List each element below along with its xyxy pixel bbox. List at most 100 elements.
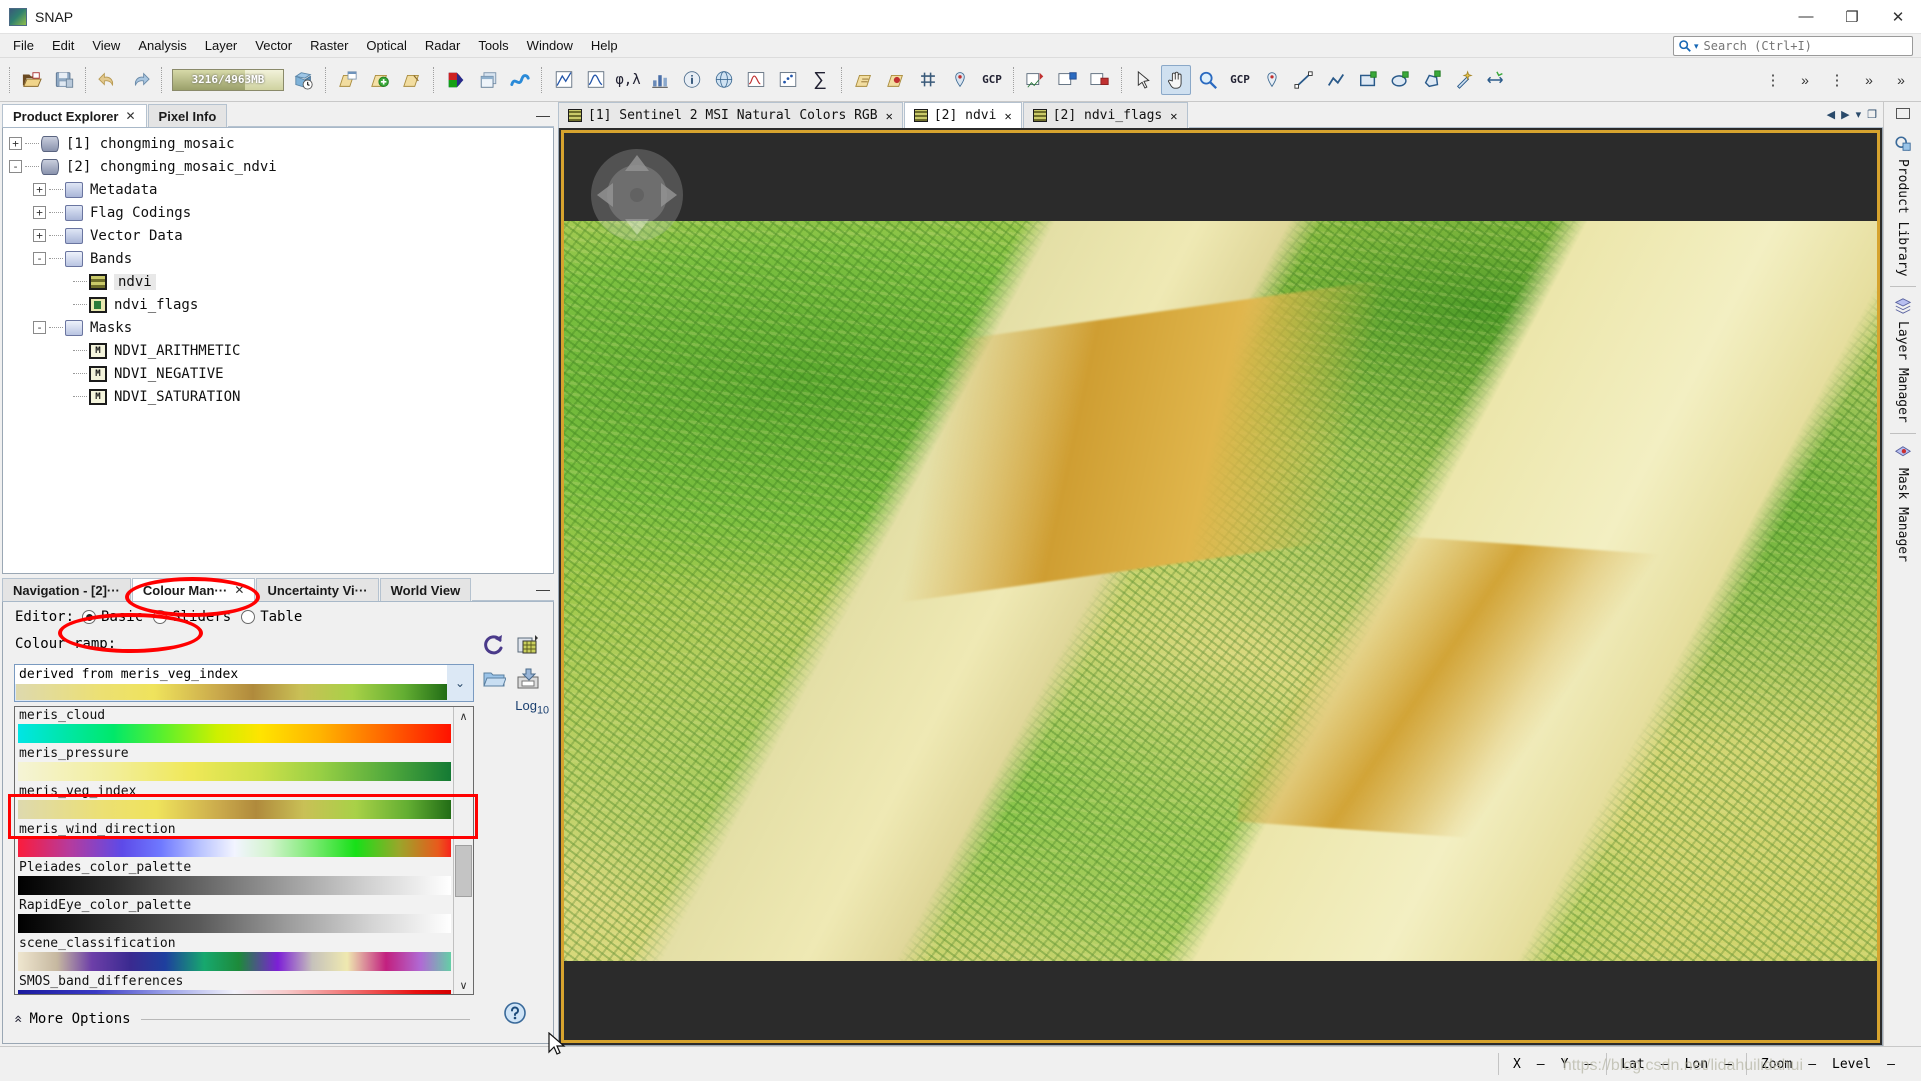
statistics-bar-icon[interactable]: [645, 65, 675, 95]
doc-tab-sentinel-rgb[interactable]: [1] Sentinel 2 MSI Natural Colors RGB ✕: [558, 102, 903, 128]
menu-view[interactable]: View: [83, 35, 129, 56]
ndvi-image[interactable]: [564, 221, 1877, 961]
chevron-down-icon[interactable]: ⌄: [447, 665, 473, 701]
toolbar-overflow-icon-1[interactable]: ⋮: [1758, 65, 1788, 95]
pin-overlay-icon[interactable]: [1053, 65, 1083, 95]
reset-icon[interactable]: [481, 632, 507, 658]
scatter-plot-icon[interactable]: [773, 65, 803, 95]
product-tree[interactable]: + [1] chongming_mosaic - [2] chongming_mosa…: [2, 128, 554, 574]
sum-icon[interactable]: ∑: [805, 65, 835, 95]
expand-icon[interactable]: +: [33, 183, 46, 196]
colour-ramp-list[interactable]: meris_cloud meris_pressure meris_veg_index…: [14, 706, 474, 995]
profile-plot-icon[interactable]: [549, 65, 579, 95]
tree-node[interactable]: - Bands: [9, 247, 553, 270]
minimize-panel-button[interactable]: —: [532, 104, 554, 127]
tab-world-view[interactable]: World View: [379, 578, 472, 601]
colour-ramp-combo[interactable]: derived from meris_veg_index ⌄: [14, 664, 474, 702]
rgb-image-window-icon[interactable]: [441, 65, 471, 95]
tree-node[interactable]: M NDVI_SATURATION: [9, 385, 553, 408]
palette-item[interactable]: meris_pressure: [15, 745, 453, 783]
save-product-icon[interactable]: [49, 65, 79, 95]
colour-manipulation-icon[interactable]: [505, 65, 535, 95]
scrollbar-track[interactable]: [454, 725, 473, 976]
phi-lambda-icon[interactable]: φ,λ: [613, 65, 643, 95]
collapse-icon[interactable]: -: [9, 160, 22, 173]
geo-coding-icon[interactable]: [709, 65, 739, 95]
doc-tab-ndvi[interactable]: [2] ndvi ✕: [903, 102, 1022, 128]
range-finder-icon[interactable]: [1481, 65, 1511, 95]
histogram-tool-icon[interactable]: [581, 65, 611, 95]
pin-manager-icon[interactable]: [945, 65, 975, 95]
collapse-icon[interactable]: -: [33, 321, 46, 334]
menu-radar[interactable]: Radar: [416, 35, 469, 56]
tree-node[interactable]: + Metadata: [9, 178, 553, 201]
menu-edit[interactable]: Edit: [43, 35, 83, 56]
pan-icon[interactable]: [1161, 64, 1191, 95]
palette-item[interactable]: Pleiades_color_palette: [15, 859, 453, 897]
search-input[interactable]: [1701, 38, 1912, 54]
close-icon[interactable]: ✕: [1170, 109, 1177, 123]
menu-optical[interactable]: Optical: [357, 35, 415, 56]
palette-item[interactable]: meris_cloud: [15, 707, 453, 745]
menu-raster[interactable]: Raster: [301, 35, 357, 56]
close-icon[interactable]: ✕: [125, 109, 135, 123]
open-folder-plus-icon[interactable]: [365, 65, 395, 95]
undo-icon[interactable]: [93, 65, 123, 95]
close-button[interactable]: ✕: [1875, 0, 1921, 34]
tab-colour-manipulation[interactable]: Colour Man··· ✕: [131, 578, 256, 601]
scroll-up-icon[interactable]: ∧: [454, 707, 473, 725]
line-drawing-icon[interactable]: [1289, 65, 1319, 95]
tab-uncertainty-visualisation[interactable]: Uncertainty Vi···: [256, 578, 379, 601]
search-box[interactable]: ▾: [1673, 36, 1913, 56]
pan-compass-icon[interactable]: [578, 139, 696, 251]
image-frame[interactable]: [561, 130, 1880, 1043]
spectrum-view-icon[interactable]: [741, 65, 771, 95]
grid-icon[interactable]: [913, 65, 943, 95]
tree-node[interactable]: + [1] chongming_mosaic: [9, 132, 553, 155]
tab-list-icon[interactable]: ▾: [1856, 108, 1862, 121]
palette-item[interactable]: meris_wind_direction: [15, 821, 453, 859]
palette-item[interactable]: RapidEye_color_palette: [15, 897, 453, 935]
tree-node[interactable]: ndvi_flags: [9, 293, 553, 316]
close-icon[interactable]: ✕: [1004, 109, 1011, 123]
import-palette-icon[interactable]: [481, 666, 507, 692]
reset-memory-icon[interactable]: [289, 65, 319, 95]
radio-sliders[interactable]: Sliders: [153, 609, 231, 625]
tree-node[interactable]: M NDVI_ARITHMETIC: [9, 339, 553, 362]
image-canvas[interactable]: [558, 128, 1883, 1046]
expand-icon[interactable]: +: [33, 229, 46, 242]
help-icon[interactable]: [503, 1001, 527, 1025]
palette-item[interactable]: SMOS_band_differences: [15, 973, 453, 994]
collapse-icon[interactable]: -: [33, 252, 46, 265]
open-product-icon[interactable]: [17, 65, 47, 95]
tree-node[interactable]: - Masks: [9, 316, 553, 339]
toolbar-expand-icon-1[interactable]: »: [1790, 65, 1820, 95]
menu-analysis[interactable]: Analysis: [129, 35, 195, 56]
doc-tab-ndvi-flags[interactable]: [2] ndvi_flags ✕: [1022, 102, 1188, 128]
vtab-product-library[interactable]: Product Library: [1894, 127, 1912, 284]
menu-file[interactable]: File: [4, 35, 43, 56]
tab-pixel-info[interactable]: Pixel Info: [147, 104, 228, 127]
subset-icon[interactable]: [333, 65, 363, 95]
new-image-window-icon[interactable]: [473, 65, 503, 95]
polygon-icon[interactable]: [1417, 65, 1447, 95]
tab-product-explorer[interactable]: Product Explorer ✕: [2, 104, 147, 127]
tree-node[interactable]: + Vector Data: [9, 224, 553, 247]
multi-apply-icon[interactable]: [515, 632, 541, 658]
menu-window[interactable]: Window: [518, 35, 582, 56]
close-icon[interactable]: ✕: [234, 583, 244, 597]
layer-manager-icon[interactable]: [849, 65, 879, 95]
zoom-icon[interactable]: [1193, 65, 1223, 95]
pin-placing-icon[interactable]: [1021, 65, 1051, 95]
ellipse-icon[interactable]: [1385, 65, 1415, 95]
mask-manager-icon[interactable]: [881, 65, 911, 95]
menu-vector[interactable]: Vector: [246, 35, 301, 56]
vtab-layer-manager[interactable]: Layer Manager: [1894, 289, 1912, 431]
export-palette-icon[interactable]: [515, 666, 541, 692]
scroll-down-icon[interactable]: ∨: [454, 976, 473, 994]
expand-icon[interactable]: +: [9, 137, 22, 150]
palette-item[interactable]: scene_classification: [15, 935, 453, 973]
toolbar-overflow-icon-2[interactable]: ⋮: [1822, 65, 1852, 95]
restore-window-icon[interactable]: [1895, 108, 1910, 119]
redo-icon[interactable]: [125, 65, 155, 95]
